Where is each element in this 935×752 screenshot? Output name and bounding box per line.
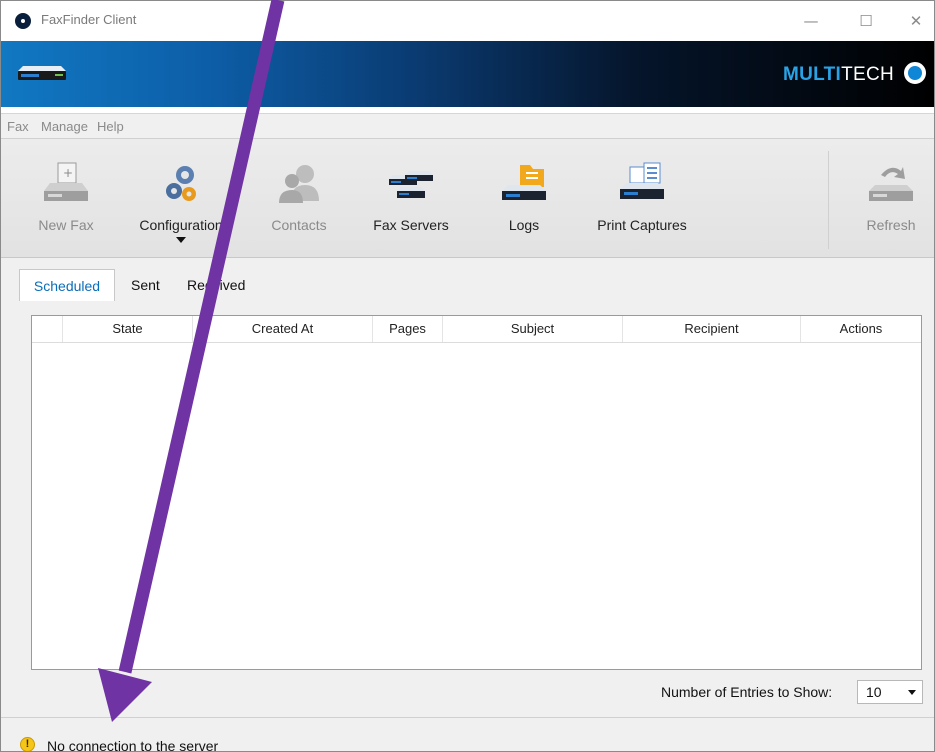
contacts-button[interactable]: Contacts	[259, 157, 339, 249]
column-header-actions[interactable]: Actions	[800, 316, 921, 342]
contacts-label: Contacts	[271, 217, 327, 233]
toolbar-separator	[828, 151, 829, 249]
refresh-icon	[869, 167, 913, 201]
column-header-pages[interactable]: Pages	[372, 316, 442, 342]
column-header-select[interactable]	[32, 316, 62, 342]
tab-scheduled[interactable]: Scheduled	[19, 269, 115, 301]
refresh-label: Refresh	[866, 217, 916, 233]
chevron-down-icon	[176, 237, 186, 243]
brand-ring-icon	[904, 62, 926, 84]
gears-icon	[166, 166, 196, 201]
print-captures-label: Print Captures	[597, 217, 687, 233]
minimize-button[interactable]: —	[791, 9, 831, 33]
column-header-state[interactable]: State	[62, 316, 192, 342]
fax-servers-icon	[389, 171, 433, 198]
status-bar: ! No connection to the server	[1, 717, 934, 752]
entries-select-value: 10	[866, 684, 882, 700]
table-header: State Created At Pages Subject Recipient…	[32, 316, 921, 343]
window-title: FaxFinder Client	[41, 12, 137, 27]
new-fax-button[interactable]: + New Fax	[23, 157, 109, 249]
close-button[interactable]: ✕	[896, 9, 934, 33]
column-header-created-at[interactable]: Created At	[192, 316, 372, 342]
menu-bar: Fax Manage Help	[1, 114, 934, 139]
warning-icon: !	[20, 737, 35, 751]
entries-select[interactable]: 10	[857, 680, 923, 704]
brand-banner: MULTITECH	[1, 41, 934, 107]
status-message: No connection to the server	[47, 738, 219, 752]
app-window: FaxFinder Client — ☐ ✕ MULTITECH Fax Man…	[0, 0, 935, 752]
menu-manage[interactable]: Manage	[41, 119, 88, 134]
logs-label: Logs	[508, 217, 540, 233]
tab-received[interactable]: Received	[187, 269, 267, 301]
column-header-recipient[interactable]: Recipient	[622, 316, 800, 342]
configuration-label: Configuration	[139, 217, 223, 233]
logs-folder-icon	[502, 165, 546, 200]
print-captures-button[interactable]: Print Captures	[586, 157, 698, 249]
maximize-button[interactable]: ☐	[846, 9, 886, 33]
fax-servers-button[interactable]: Fax Servers	[361, 157, 461, 249]
new-fax-icon: +	[44, 162, 88, 201]
menu-fax[interactable]: Fax	[7, 119, 29, 134]
configuration-button[interactable]: Configuration	[131, 157, 231, 249]
svg-text:+: +	[63, 166, 73, 180]
app-logo-icon	[15, 13, 31, 29]
banner-divider	[1, 107, 934, 114]
main-toolbar: + New Fax Configuration Contacts Fax Ser…	[1, 139, 934, 258]
tab-sent[interactable]: Sent	[131, 269, 171, 301]
new-fax-label: New Fax	[38, 217, 94, 233]
contacts-icon	[279, 165, 319, 203]
scheduled-fax-table[interactable]: State Created At Pages Subject Recipient…	[31, 315, 922, 670]
menu-help[interactable]: Help	[97, 119, 124, 134]
faxfinder-device-icon	[18, 66, 66, 80]
logs-button[interactable]: Logs	[489, 157, 559, 249]
refresh-button[interactable]: Refresh	[851, 157, 931, 249]
title-bar[interactable]: FaxFinder Client — ☐ ✕	[1, 1, 934, 41]
brand-bold-text: MULTI	[782, 64, 842, 85]
print-captures-icon	[620, 162, 664, 199]
entries-label: Number of Entries to Show:	[661, 684, 833, 700]
chevron-down-icon	[908, 690, 916, 695]
brand-wordmark: MULTITECH	[783, 64, 894, 86]
brand-light-text: TECH	[841, 64, 894, 85]
column-header-subject[interactable]: Subject	[442, 316, 622, 342]
fax-servers-label: Fax Servers	[373, 217, 449, 233]
